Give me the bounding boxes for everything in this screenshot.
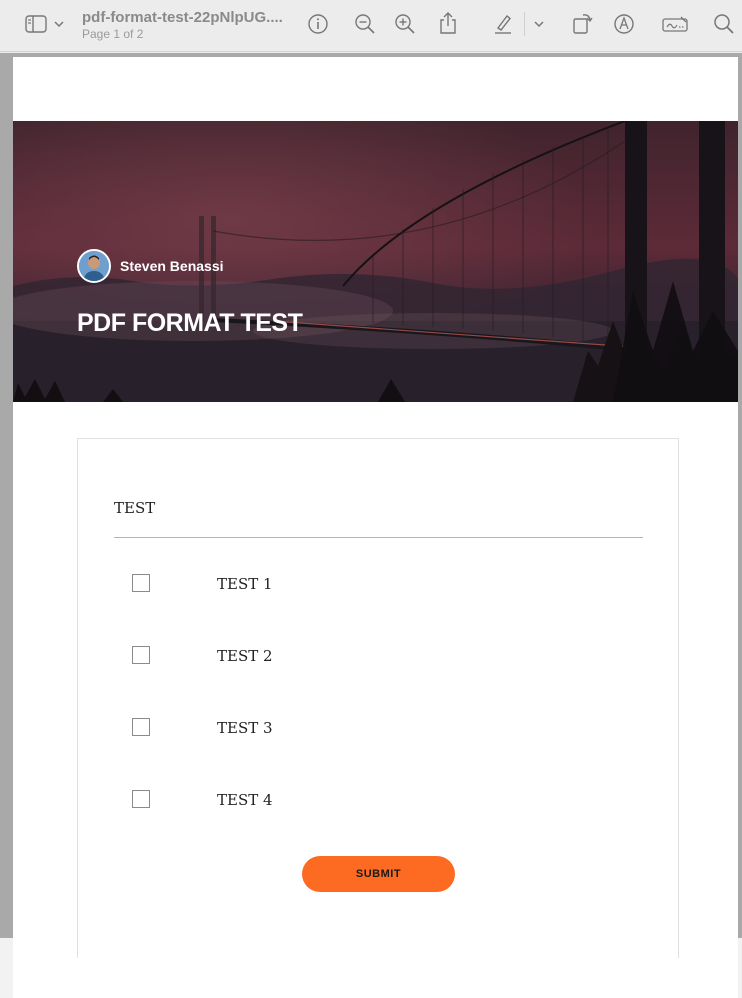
zoom-in-icon xyxy=(395,14,415,34)
markup-button[interactable] xyxy=(612,12,636,36)
option-row[interactable]: TEST 2 xyxy=(132,646,432,666)
zoom-out-button[interactable] xyxy=(353,12,377,36)
info-icon xyxy=(308,14,328,34)
chevron-down-icon xyxy=(534,21,544,28)
divider xyxy=(114,537,643,538)
checkbox[interactable] xyxy=(132,646,150,664)
page-indicator: Page 1 of 2 xyxy=(82,27,144,41)
highlight-button[interactable] xyxy=(490,12,516,36)
signature-icon xyxy=(662,16,688,32)
question-label: TEST xyxy=(114,499,156,517)
option-row[interactable]: TEST 3 xyxy=(132,718,432,738)
checkbox[interactable] xyxy=(132,718,150,736)
pdf-page: Steven Benassi PDF FORMAT TEST TEST TEST… xyxy=(13,57,738,998)
info-button[interactable] xyxy=(306,12,330,36)
toolbar: pdf-format-test-22pNlpUG.... Page 1 of 2 xyxy=(0,0,742,52)
share-icon xyxy=(440,12,456,34)
document-title: pdf-format-test-22pNlpUG.... xyxy=(82,9,283,26)
option-row[interactable]: TEST 1 xyxy=(132,574,432,594)
option-label: TEST 3 xyxy=(217,719,273,737)
zoom-out-icon xyxy=(355,14,375,34)
chevron-down-icon xyxy=(54,21,64,28)
option-label: TEST 4 xyxy=(217,791,273,809)
markup-icon xyxy=(614,14,634,34)
search-button[interactable] xyxy=(712,12,736,36)
rotate-button[interactable] xyxy=(570,10,594,36)
sidebar-toggle-button[interactable] xyxy=(24,14,48,34)
toolbar-separator xyxy=(524,12,525,36)
submit-button[interactable]: SUBMIT xyxy=(302,856,455,892)
share-button[interactable] xyxy=(436,10,460,36)
checkbox[interactable] xyxy=(132,790,150,808)
person-icon xyxy=(79,251,109,281)
search-icon xyxy=(714,14,734,34)
option-row[interactable]: TEST 4 xyxy=(132,790,432,810)
form-card: TEST TEST 1 TEST 2 TEST 3 TEST 4 SUBMIT xyxy=(77,438,679,958)
highlight-menu-button[interactable] xyxy=(532,16,546,32)
option-label: TEST 1 xyxy=(217,575,273,593)
signature-button[interactable] xyxy=(660,13,690,35)
author-avatar xyxy=(77,249,111,283)
author-name: Steven Benassi xyxy=(120,258,224,274)
rotate-icon xyxy=(573,14,593,34)
option-label: TEST 2 xyxy=(217,647,273,665)
checkbox[interactable] xyxy=(132,574,150,592)
hero-banner: Steven Benassi PDF FORMAT TEST xyxy=(13,121,738,402)
highlight-pen-icon xyxy=(495,14,511,34)
zoom-in-button[interactable] xyxy=(393,12,417,36)
sidebar-icon xyxy=(25,15,47,33)
sidebar-menu-button[interactable] xyxy=(52,16,66,32)
page-title: PDF FORMAT TEST xyxy=(77,309,303,337)
